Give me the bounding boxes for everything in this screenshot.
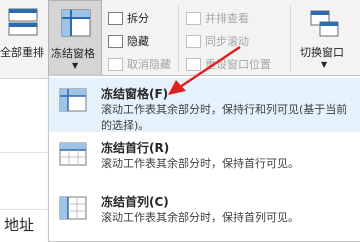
menu-item-description: 滚动工作表其余部分时，保持首行可见。	[101, 157, 299, 170]
hide-button[interactable]: 隐藏	[108, 32, 149, 50]
rearrange-all-icon	[8, 8, 38, 36]
rearrange-all-label: 全部重排	[0, 46, 44, 59]
reset-position-label: 重设窗口位置	[205, 58, 271, 71]
freeze-panes-icon	[61, 9, 91, 37]
side-by-side-icon	[186, 11, 201, 25]
chevron-down-icon: ▼	[72, 61, 79, 70]
menu-item-freeze-first-column[interactable]: 冻结首列(C) 滚动工作表其余部分时，保持首列可见。	[49, 186, 360, 240]
freeze-first-column-icon	[59, 196, 87, 220]
sync-scroll-button[interactable]: 同步滚动	[186, 32, 249, 50]
cell-address[interactable]: 地址	[4, 214, 34, 235]
freeze-top-row-icon	[59, 142, 87, 166]
separator	[178, 6, 179, 72]
chevron-down-icon: ▼	[321, 60, 328, 69]
freeze-panes-menu: 冻结窗格(F) 滚动工作表其余部分时，保持行和列可见(基于当前的选择)。 冻结首…	[48, 75, 360, 242]
menu-item-title: 冻结首行(R)	[101, 141, 170, 155]
hide-label: 隐藏	[127, 35, 149, 48]
split-label: 拆分	[127, 12, 149, 25]
unhide-button[interactable]: 取消隐藏	[108, 55, 171, 73]
menu-item-description: 滚动工作表其余部分时，保持行和列可见(基于当前的选择)。	[101, 103, 348, 132]
separator	[290, 6, 291, 72]
sync-scroll-icon	[186, 34, 201, 48]
split-button[interactable]: 拆分	[108, 9, 149, 27]
menu-item-title: 冻结首列(C)	[101, 195, 169, 209]
side-by-side-label: 并排查看	[205, 12, 249, 25]
menu-item-description: 滚动工作表其余部分时，保持首列可见。	[101, 211, 299, 224]
sync-scroll-label: 同步滚动	[205, 35, 249, 48]
hide-icon	[108, 34, 123, 48]
freeze-panes-button[interactable]: 冻结窗格 ▼	[48, 0, 102, 76]
menu-item-freeze-panes[interactable]: 冻结窗格(F) 滚动工作表其余部分时，保持行和列可见(基于当前的选择)。	[49, 78, 360, 132]
reset-position-button[interactable]: 重设窗口位置	[186, 55, 271, 73]
switch-window-icon	[310, 10, 339, 37]
ribbon: 全部重排 冻结窗格 ▼ 拆分 隐藏 取消隐藏 并排查看 同步滚动 重设窗口位置 …	[0, 0, 360, 79]
freeze-panes-icon	[59, 88, 87, 112]
reset-position-icon	[186, 57, 201, 71]
side-by-side-button[interactable]: 并排查看	[186, 9, 249, 27]
split-icon	[108, 11, 123, 25]
rearrange-all-button[interactable]: 全部重排	[0, 0, 48, 76]
unhide-icon	[108, 57, 123, 71]
freeze-panes-label: 冻结窗格	[51, 47, 95, 60]
menu-item-freeze-top-row[interactable]: 冻结首行(R) 滚动工作表其余部分时，保持首行可见。	[49, 132, 360, 186]
menu-item-title: 冻结窗格(F)	[101, 87, 169, 101]
switch-window-label: 切换窗口	[300, 46, 344, 59]
unhide-label: 取消隐藏	[127, 58, 171, 71]
switch-window-button[interactable]: 切换窗口 ▼	[296, 0, 354, 76]
